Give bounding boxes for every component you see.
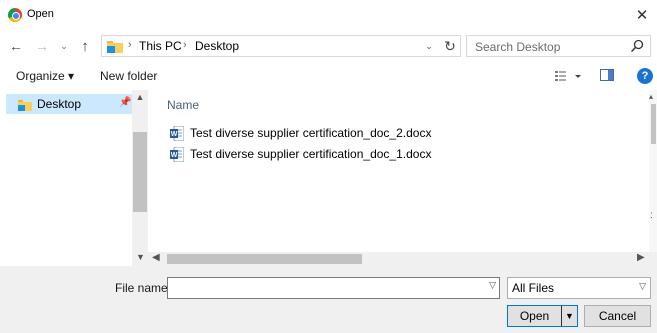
help-button[interactable]: ? bbox=[637, 68, 653, 84]
file-type-value: All Files bbox=[512, 281, 555, 295]
navigation-bar: ← → ⌄ ↑ › This PC › Desktop ⌄ ↻ Search D… bbox=[0, 32, 657, 60]
organize-button[interactable]: Organize ▾ bbox=[16, 69, 74, 83]
scroll-right-icon[interactable]: ▶ bbox=[637, 252, 645, 263]
sidebar-scrollbar[interactable]: ▲ bbox=[132, 90, 148, 252]
window-title: Open bbox=[27, 8, 54, 20]
scroll-up-icon[interactable]: ▴ bbox=[649, 92, 653, 101]
search-input[interactable]: Search Desktop bbox=[466, 35, 651, 57]
pin-icon: 📌 bbox=[119, 97, 132, 108]
scroll-left-icon[interactable]: ◀ bbox=[152, 252, 160, 263]
breadcrumb-desktop[interactable]: Desktop bbox=[195, 39, 239, 53]
file-row[interactable]: W Test diverse supplier certification_do… bbox=[170, 124, 431, 142]
chevron-down-icon[interactable]: ▽ bbox=[639, 281, 646, 292]
file-name-input[interactable]: ▽ bbox=[167, 277, 500, 299]
resize-grip-icon: : bbox=[650, 210, 653, 221]
forward-button[interactable]: → bbox=[32, 36, 52, 56]
folder-icon bbox=[107, 41, 123, 53]
preview-pane-icon[interactable] bbox=[600, 69, 614, 81]
sidebar-item-desktop[interactable]: Desktop 📌 bbox=[6, 94, 132, 114]
navigation-pane: Desktop 📌 ▲ bbox=[0, 90, 148, 252]
search-placeholder: Search Desktop bbox=[475, 40, 561, 54]
chrome-icon bbox=[8, 8, 22, 22]
dialog-footer: File name: ▽ All Files ▽ Open ▼ Cancel bbox=[0, 266, 657, 333]
scrollbar-thumb[interactable] bbox=[167, 254, 362, 264]
cancel-button[interactable]: Cancel bbox=[584, 305, 651, 327]
recent-locations-button[interactable]: ⌄ bbox=[57, 36, 71, 56]
svg-text:W: W bbox=[171, 131, 178, 138]
word-doc-icon: W bbox=[170, 146, 184, 162]
command-toolbar: Organize ▾ New folder ? bbox=[0, 64, 657, 88]
open-options-dropdown[interactable]: ▼ bbox=[561, 306, 577, 326]
breadcrumb-separator[interactable]: › bbox=[128, 39, 132, 51]
scroll-up-icon[interactable]: ▲ bbox=[132, 92, 148, 106]
column-header-name[interactable]: Name bbox=[167, 98, 199, 112]
new-folder-button[interactable]: New folder bbox=[100, 69, 157, 83]
address-bar[interactable]: › This PC › Desktop ⌄ ↻ bbox=[101, 35, 461, 57]
folder-icon bbox=[18, 100, 32, 111]
scrollbar-thumb[interactable] bbox=[133, 132, 147, 212]
file-list-vertical-scrollbar[interactable]: ▴ : bbox=[649, 90, 657, 252]
chevron-down-icon[interactable]: ▽ bbox=[489, 280, 496, 291]
close-button[interactable]: ✕ bbox=[627, 0, 657, 30]
open-button[interactable]: Open ▼ bbox=[507, 305, 578, 327]
search-icon[interactable] bbox=[630, 39, 644, 53]
scroll-down-icon[interactable]: ▼ bbox=[136, 252, 145, 262]
title-bar: Open ✕ bbox=[0, 0, 657, 30]
svg-text:W: W bbox=[171, 152, 178, 159]
file-row[interactable]: W Test diverse supplier certification_do… bbox=[170, 145, 431, 163]
refresh-button[interactable]: ↻ bbox=[441, 37, 459, 55]
file-list: Name W Test diverse supplier certificati… bbox=[148, 90, 657, 252]
breadcrumb-this-pc[interactable]: This PC bbox=[139, 39, 182, 53]
view-options-icon[interactable] bbox=[555, 68, 585, 84]
chevron-down-icon[interactable]: ⌄ bbox=[422, 38, 436, 54]
file-name: Test diverse supplier certification_doc_… bbox=[190, 126, 432, 140]
word-doc-icon: W bbox=[170, 125, 184, 141]
open-button-label[interactable]: Open bbox=[508, 306, 561, 326]
back-button[interactable]: ← bbox=[6, 36, 26, 56]
file-type-select[interactable]: All Files ▽ bbox=[507, 277, 651, 299]
scrollbar-thumb[interactable] bbox=[651, 104, 656, 144]
horizontal-scrollbar[interactable]: ▼ ◀ ▶ bbox=[132, 252, 657, 266]
file-name: Test diverse supplier certification_doc_… bbox=[190, 147, 432, 161]
breadcrumb-separator[interactable]: › bbox=[183, 39, 187, 51]
sidebar-item-label: Desktop bbox=[37, 97, 82, 111]
up-button[interactable]: ↑ bbox=[76, 36, 94, 56]
file-name-label: File name: bbox=[115, 281, 172, 295]
